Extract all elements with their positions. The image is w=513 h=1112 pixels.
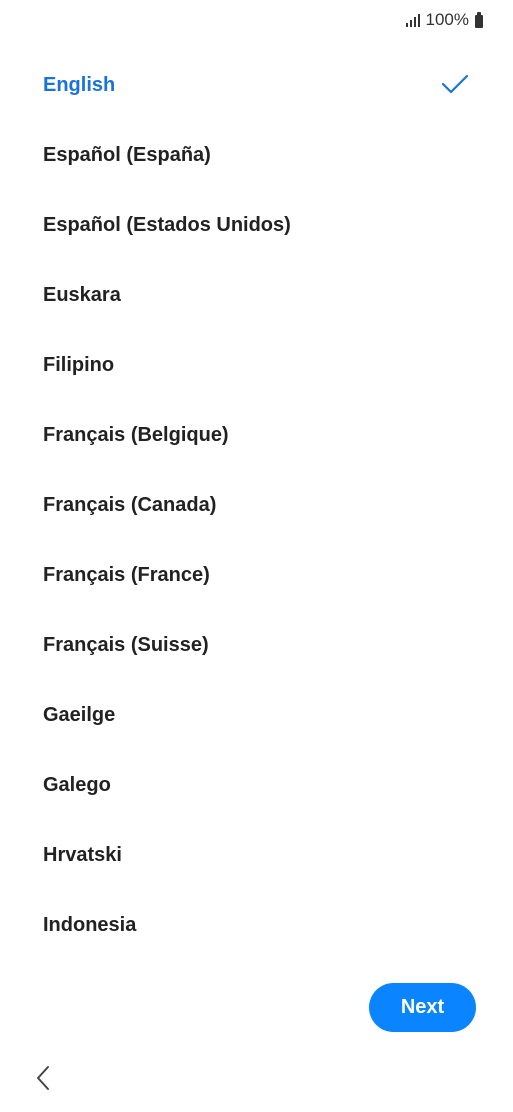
language-label: Español (Estados Unidos) bbox=[43, 213, 291, 236]
language-item-francais-canada[interactable]: Français (Canada) bbox=[0, 470, 513, 540]
language-item-indonesia[interactable]: Indonesia bbox=[0, 890, 513, 960]
battery-percentage: 100% bbox=[425, 10, 469, 29]
back-button[interactable] bbox=[28, 1063, 58, 1093]
chevron-left-icon bbox=[37, 1066, 49, 1090]
language-item-filipino[interactable]: Filipino bbox=[0, 330, 513, 400]
language-item-euskara[interactable]: Euskara bbox=[0, 260, 513, 330]
language-label: Galego bbox=[43, 773, 111, 796]
next-button[interactable]: Next bbox=[369, 983, 476, 1032]
language-label: English bbox=[43, 73, 116, 96]
battery-icon bbox=[475, 11, 483, 28]
language-item-francais-suisse[interactable]: Français (Suisse) bbox=[0, 610, 513, 680]
language-item-espanol-espana[interactable]: Español (España) bbox=[0, 120, 513, 190]
language-item-hrvatski[interactable]: Hrvatski bbox=[0, 820, 513, 890]
language-label: Français (Suisse) bbox=[43, 633, 209, 656]
language-label: Hrvatski bbox=[43, 843, 122, 866]
language-label: Français (Belgique) bbox=[43, 423, 229, 446]
signal-icon bbox=[405, 13, 420, 27]
language-label: Français (France) bbox=[43, 563, 210, 586]
language-item-espanol-estados-unidos[interactable]: Español (Estados Unidos) bbox=[0, 190, 513, 260]
language-label: Gaeilge bbox=[43, 703, 116, 726]
language-label: Français (Canada) bbox=[43, 493, 217, 516]
check-icon bbox=[441, 74, 469, 94]
language-label: Euskara bbox=[43, 283, 121, 306]
status-bar: 100% bbox=[405, 8, 483, 32]
language-label: Filipino bbox=[43, 353, 115, 376]
language-selection-screen: 100% English Español (España) Español (E… bbox=[0, 0, 513, 1112]
language-label: Indonesia bbox=[43, 913, 137, 936]
language-item-francais-belgique[interactable]: Français (Belgique) bbox=[0, 400, 513, 470]
language-item-francais-france[interactable]: Français (France) bbox=[0, 540, 513, 610]
language-item-gaeilge[interactable]: Gaeilge bbox=[0, 680, 513, 750]
language-item-galego[interactable]: Galego bbox=[0, 750, 513, 820]
language-item-english[interactable]: English bbox=[0, 50, 513, 120]
language-list: English Español (España) Español (Estado… bbox=[0, 50, 513, 960]
language-label: Español (España) bbox=[43, 143, 211, 166]
